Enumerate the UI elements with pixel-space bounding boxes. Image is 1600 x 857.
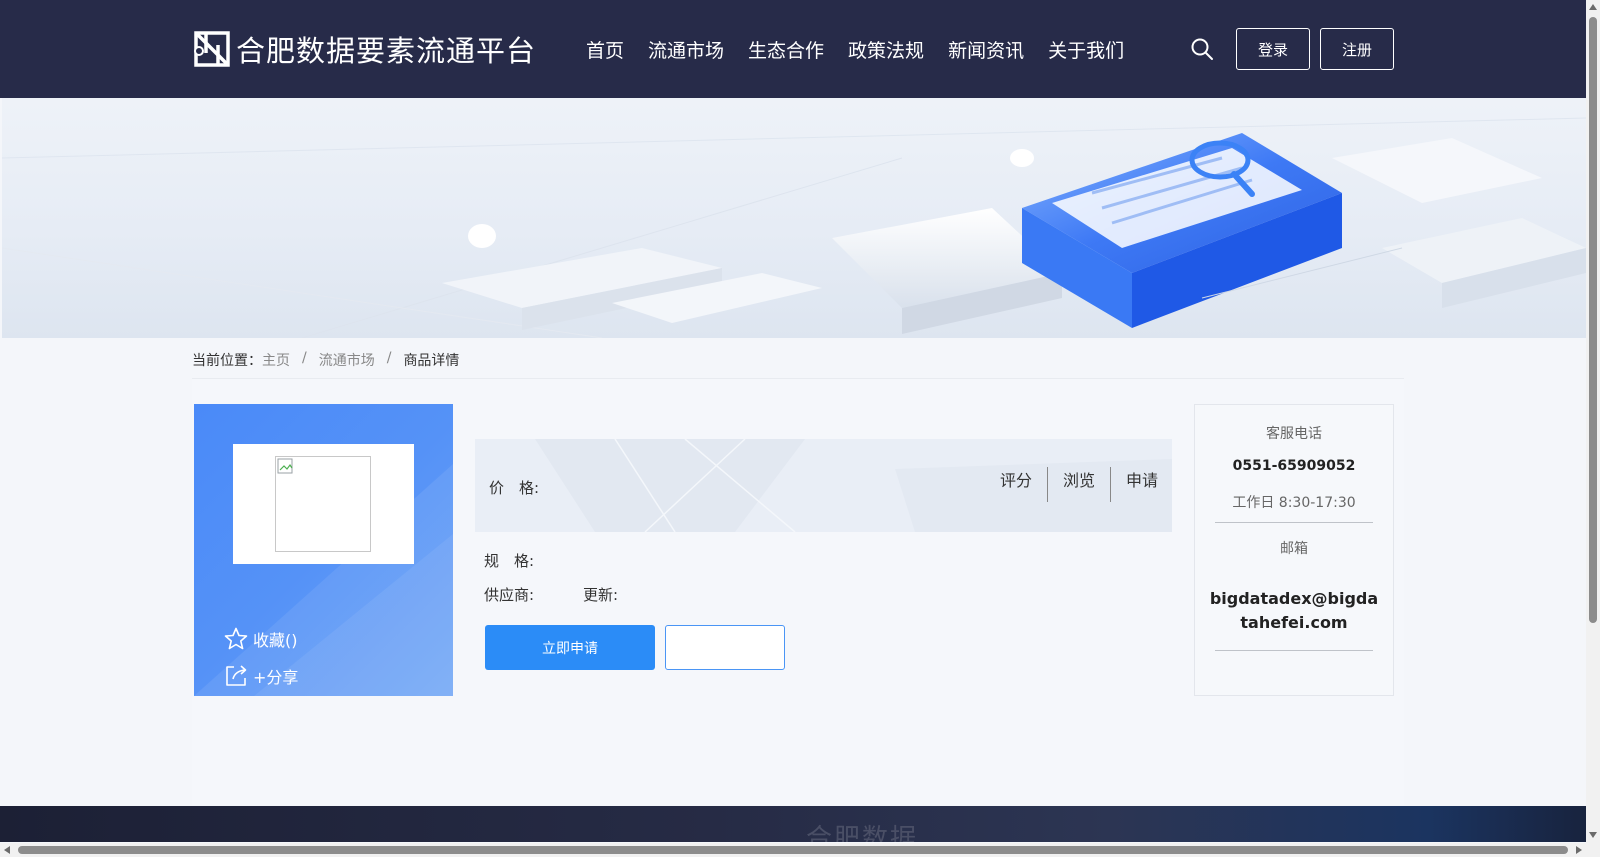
supplier-label: 供应商: xyxy=(484,586,535,604)
secondary-action-button[interactable] xyxy=(665,625,785,670)
hero-banner xyxy=(2,98,1586,338)
stat-views: 浏览 xyxy=(1046,467,1110,502)
favorite-label: 收藏() xyxy=(253,631,298,650)
breadcrumb-prefix: 当前位置： xyxy=(192,353,262,369)
contact-divider xyxy=(1215,650,1373,651)
breadcrumb-current: 商品详情 xyxy=(403,353,460,369)
breadcrumb-separator: / xyxy=(302,350,307,366)
main-nav: 首页 流通市场 生态合作 政策法规 新闻资讯 关于我们 xyxy=(586,36,1148,63)
vertical-scrollbar[interactable] xyxy=(1586,0,1600,843)
product-image xyxy=(275,456,371,552)
product-image-frame xyxy=(233,444,414,564)
share-button[interactable]: +分享 xyxy=(223,663,298,689)
spec-label: 规 格: xyxy=(484,552,535,570)
share-label: +分享 xyxy=(253,668,299,687)
nav-ecosystem[interactable]: 生态合作 xyxy=(748,36,824,63)
site-logo[interactable]: 合肥数据要素流通平台 xyxy=(192,28,536,70)
broken-image-icon xyxy=(277,458,293,474)
share-icon xyxy=(226,665,247,686)
contact-phone-title: 客服电话 xyxy=(1266,426,1322,442)
favorite-button[interactable]: 收藏() xyxy=(223,626,298,652)
footer: 合肥数据 xyxy=(0,806,1586,842)
scroll-left-icon[interactable] xyxy=(4,846,10,854)
logo-icon xyxy=(194,31,230,67)
breadcrumb-market[interactable]: 流通市场 xyxy=(319,350,375,370)
nav-news[interactable]: 新闻资讯 xyxy=(948,36,1024,63)
contact-panel: 客服电话 0551-65909052 工作日 8:30-17:30 邮箱 big… xyxy=(1194,404,1394,696)
breadcrumb: 当前位置： 主页 / 流通市场 / 商品详情 xyxy=(192,350,459,370)
apply-now-button[interactable]: 立即申请 xyxy=(485,625,655,670)
login-button[interactable]: 登录 xyxy=(1236,28,1310,70)
nav-about[interactable]: 关于我们 xyxy=(1048,36,1124,63)
contact-hours: 工作日 8:30-17:30 xyxy=(1232,495,1356,511)
stat-rating: 评分 xyxy=(999,471,1032,490)
update-label: 更新: xyxy=(583,586,619,604)
product-stats: 评分 浏览 申请 xyxy=(985,467,1158,502)
price-panel: 价 格: 评分 浏览 申请 xyxy=(475,439,1172,532)
horizontal-scroll-thumb[interactable] xyxy=(18,846,1568,854)
top-navbar: 合肥数据要素流通平台 首页 流通市场 生态合作 政策法规 新闻资讯 关于我们 登… xyxy=(0,0,1586,98)
register-button[interactable]: 注册 xyxy=(1320,28,1394,70)
nav-market[interactable]: 流通市场 xyxy=(648,36,724,63)
contact-divider xyxy=(1215,522,1373,523)
logo-text: 合肥数据要素流通平台 xyxy=(236,34,537,68)
stat-applications: 申请 xyxy=(1109,467,1158,502)
breadcrumb-home[interactable]: 主页 xyxy=(262,350,290,370)
scroll-right-icon[interactable] xyxy=(1576,846,1582,854)
star-icon xyxy=(224,627,248,650)
nav-policy[interactable]: 政策法规 xyxy=(848,36,924,63)
scroll-up-icon[interactable] xyxy=(1589,4,1597,10)
breadcrumb-separator: / xyxy=(386,350,392,366)
contact-phone: 0551-65909052 xyxy=(1232,458,1356,474)
nav-home[interactable]: 首页 xyxy=(586,36,624,63)
scroll-down-icon[interactable] xyxy=(1589,832,1597,838)
footer-watermark: 合肥数据 xyxy=(806,824,919,842)
search-icon[interactable] xyxy=(1190,37,1214,61)
product-card: 收藏() +分享 xyxy=(194,404,453,696)
contact-email[interactable]: bigdatadex@bigdatahefei.com xyxy=(1209,587,1379,635)
horizontal-scrollbar[interactable] xyxy=(0,843,1600,857)
contact-email-title: 邮箱 xyxy=(1280,541,1308,557)
banner-illustration xyxy=(2,117,1586,338)
price-label: 价 格: xyxy=(489,479,540,497)
vertical-scroll-thumb[interactable] xyxy=(1589,17,1597,623)
